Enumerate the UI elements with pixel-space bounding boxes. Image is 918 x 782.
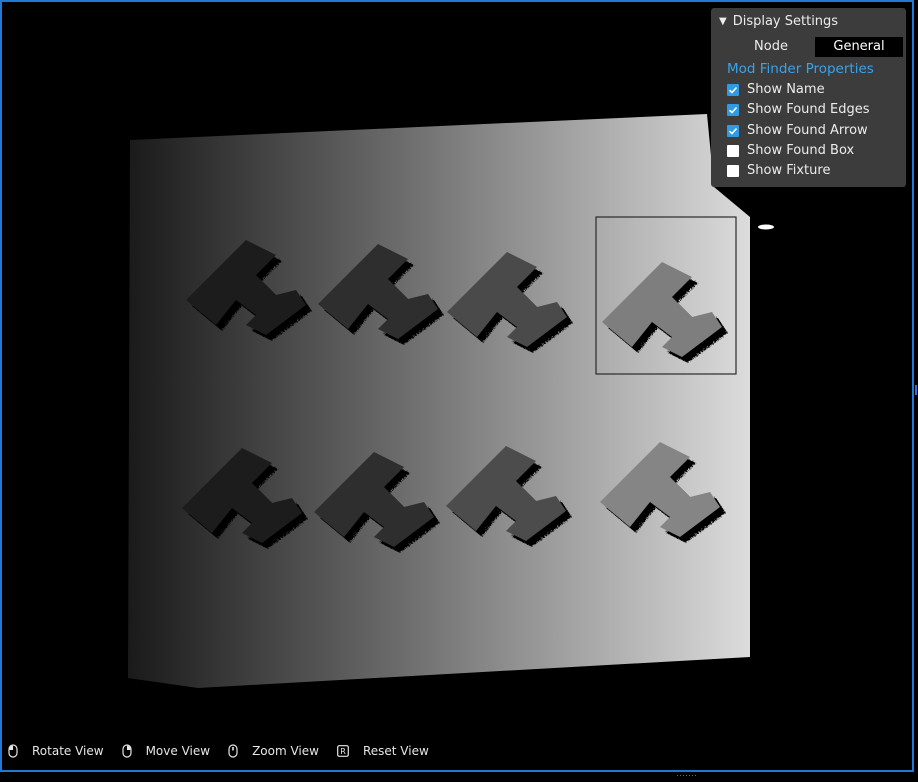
hint-reset-view: R Reset View (337, 744, 429, 758)
noise-speck (758, 224, 774, 230)
hint-label: Zoom View (252, 744, 319, 758)
resize-grip-icon[interactable] (677, 775, 697, 778)
settings-tabs: Node General (727, 37, 903, 57)
hint-label: Rotate View (32, 744, 104, 758)
collapse-triangle-icon[interactable]: ▼ (719, 16, 727, 27)
option-label: Show Fixture (747, 163, 831, 178)
option-show-found-box[interactable]: Show Found Box (727, 143, 854, 158)
tab-node[interactable]: Node (727, 37, 815, 57)
display-settings-panel: ▼ Display Settings Node General Mod Find… (711, 8, 906, 187)
option-show-fixture[interactable]: Show Fixture (727, 163, 830, 178)
r-key-icon: R (337, 745, 349, 757)
checkbox-show-found-arrow[interactable] (727, 124, 739, 137)
hint-rotate-view: Rotate View (8, 744, 104, 758)
display-settings-header[interactable]: ▼ Display Settings (719, 14, 838, 29)
mouse-wheel-icon (228, 744, 238, 758)
checkmark-icon (728, 86, 738, 94)
option-label: Show Name (747, 82, 825, 97)
option-show-found-edges[interactable]: Show Found Edges (727, 102, 870, 117)
navigation-hints: Rotate View Move View Zoom View R Reset … (8, 744, 447, 758)
checkbox-show-name[interactable] (727, 83, 739, 96)
scroll-marker (915, 385, 917, 395)
checkbox-show-fixture[interactable] (727, 164, 739, 177)
checkmark-icon (728, 106, 738, 114)
hint-move-view: Move View (121, 744, 211, 758)
option-show-name[interactable]: Show Name (727, 82, 825, 97)
display-settings-title: Display Settings (732, 14, 839, 29)
checkmark-icon (728, 127, 738, 135)
option-show-found-arrow[interactable]: Show Found Arrow (727, 123, 868, 138)
hint-label: Reset View (362, 744, 429, 758)
tab-general[interactable]: General (815, 37, 903, 57)
depth-plate (128, 114, 750, 688)
mouse-left-icon (8, 744, 18, 758)
mouse-right-icon (121, 744, 132, 758)
checkbox-show-found-edges[interactable] (727, 103, 739, 116)
hint-zoom-view: Zoom View (228, 744, 319, 758)
svg-text:R: R (340, 747, 346, 756)
checkbox-show-found-box[interactable] (727, 144, 739, 157)
hint-label: Move View (145, 744, 211, 758)
option-label: Show Found Box (747, 143, 855, 158)
section-title: Mod Finder Properties (727, 61, 874, 77)
option-label: Show Found Edges (747, 102, 870, 117)
option-label: Show Found Arrow (747, 123, 868, 138)
right-scroll-strip[interactable] (914, 0, 918, 772)
